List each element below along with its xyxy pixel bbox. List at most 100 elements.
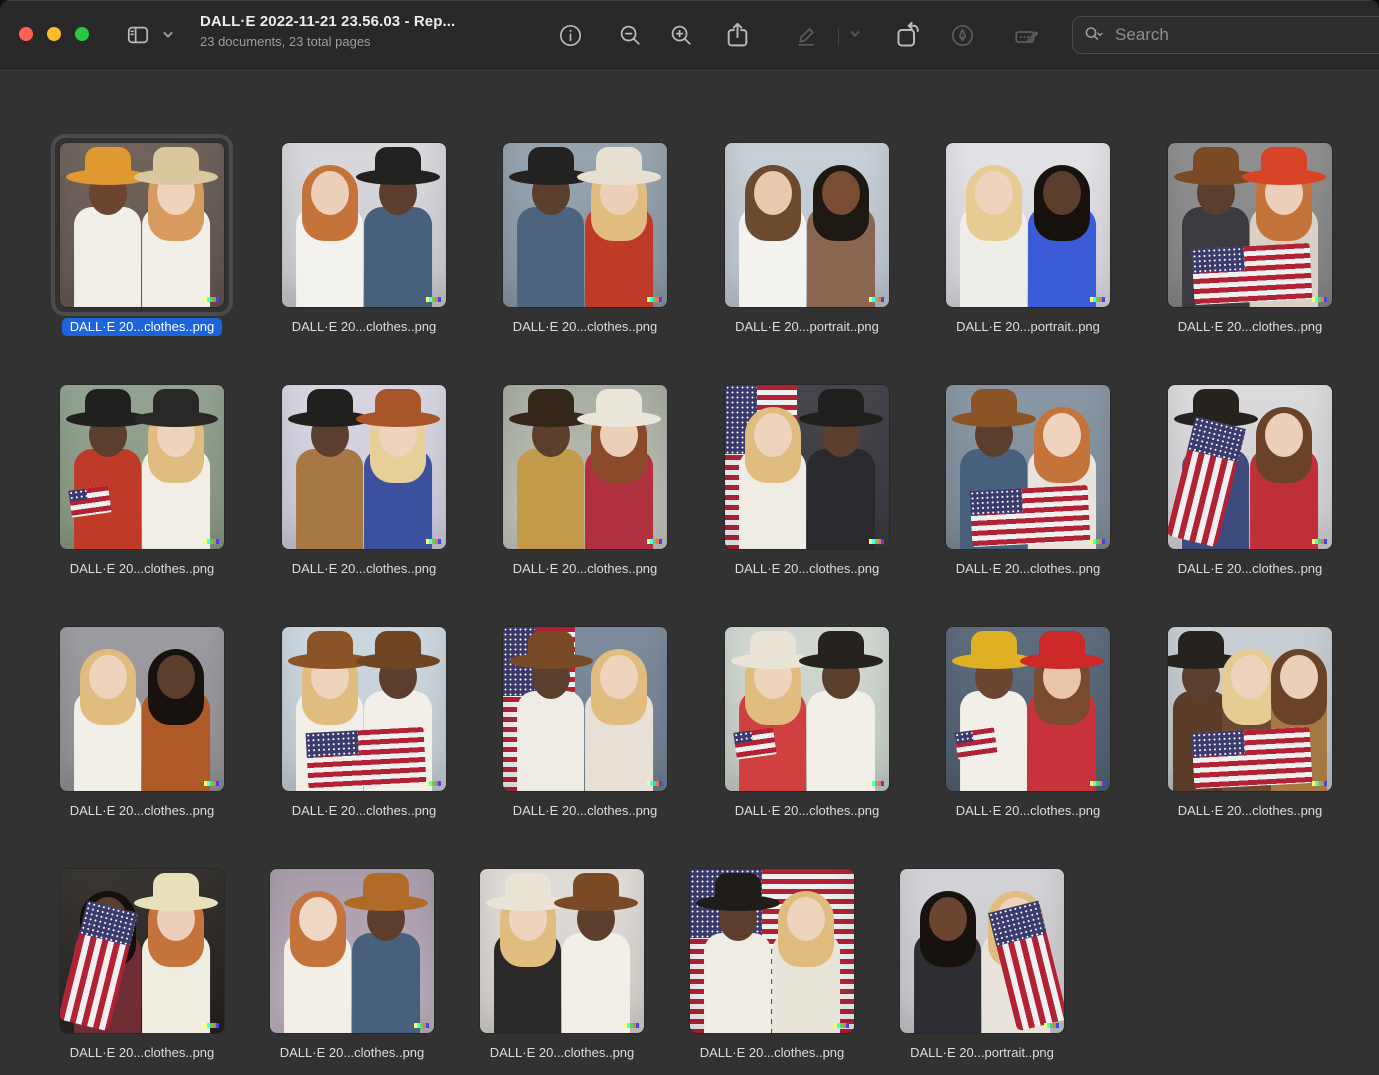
document-grid: DALL·E 20...clothes..pngDALL·E 20...clot… bbox=[0, 69, 1379, 1075]
document-item[interactable]: DALL·E 20...portrait..png bbox=[725, 143, 889, 336]
document-thumbnail bbox=[503, 385, 667, 549]
dalle-watermark bbox=[426, 781, 441, 786]
markup-button[interactable] bbox=[793, 22, 820, 49]
document-label: DALL·E 20...clothes..png bbox=[725, 559, 889, 578]
search-input[interactable] bbox=[1113, 24, 1317, 46]
person-figure bbox=[804, 385, 879, 549]
search-field[interactable] bbox=[1072, 16, 1379, 54]
document-thumbnail bbox=[60, 869, 224, 1033]
document-thumbnail bbox=[1168, 385, 1332, 549]
dalle-watermark bbox=[204, 781, 219, 786]
person-figure bbox=[513, 385, 588, 549]
zoom-in-icon bbox=[668, 22, 695, 49]
document-item[interactable]: DALL·E 20...clothes..png bbox=[946, 385, 1110, 578]
document-item[interactable]: DALL·E 20...clothes..png bbox=[725, 627, 889, 820]
rotate-left-button[interactable] bbox=[893, 20, 923, 50]
dalle-watermark bbox=[1312, 781, 1327, 786]
document-item[interactable]: DALL·E 20...clothes..png bbox=[503, 385, 667, 578]
document-item[interactable]: DALL·E 20...clothes..png bbox=[690, 869, 854, 1062]
document-item[interactable]: DALL·E 20...portrait..png bbox=[946, 143, 1110, 336]
minimize-button[interactable] bbox=[47, 27, 61, 41]
person-figure bbox=[1025, 143, 1100, 307]
dalle-watermark bbox=[869, 297, 884, 302]
document-thumbnail bbox=[1168, 627, 1332, 791]
document-item[interactable]: DALL·E 20...clothes..png bbox=[60, 385, 224, 578]
person-figure bbox=[769, 869, 844, 1033]
document-item[interactable]: DALL·E 20...clothes..png bbox=[1168, 385, 1332, 578]
document-thumbnail bbox=[270, 869, 434, 1033]
markup-options-button[interactable] bbox=[846, 26, 864, 42]
person-figure bbox=[292, 385, 367, 549]
dalle-watermark bbox=[647, 539, 662, 544]
document-item[interactable]: DALL·E 20...clothes..png bbox=[60, 869, 224, 1062]
document-item[interactable]: DALL·E 20...clothes..png bbox=[60, 143, 224, 336]
person-figure bbox=[582, 627, 657, 791]
document-thumbnail bbox=[282, 143, 446, 307]
document-item[interactable]: DALL·E 20...clothes..png bbox=[503, 627, 667, 820]
dalle-watermark bbox=[414, 1023, 429, 1028]
dalle-watermark bbox=[647, 297, 662, 302]
preview-window: DALL·E 2022-11-21 23.56.03 - Rep... 23 d… bbox=[0, 0, 1379, 1075]
dalle-watermark bbox=[1090, 297, 1105, 302]
document-item[interactable]: DALL·E 20...clothes..png bbox=[282, 627, 446, 820]
document-label: DALL·E 20...clothes..png bbox=[60, 1043, 224, 1062]
zoom-out-button[interactable] bbox=[617, 22, 644, 49]
document-item[interactable]: DALL·E 20...clothes..png bbox=[946, 627, 1110, 820]
document-item[interactable]: DALL·E 20...clothes..png bbox=[503, 143, 667, 336]
person-figure bbox=[956, 627, 1031, 791]
document-item[interactable]: DALL·E 20...clothes..png bbox=[282, 385, 446, 578]
person-figure bbox=[292, 143, 367, 307]
document-label: DALL·E 20...clothes..png bbox=[270, 1043, 434, 1062]
person-figure bbox=[139, 385, 214, 549]
document-thumbnail bbox=[1168, 143, 1332, 307]
person-figure bbox=[349, 869, 424, 1033]
sidebar-toggle-button[interactable] bbox=[124, 22, 152, 48]
document-item[interactable]: DALL·E 20...clothes..png bbox=[1168, 627, 1332, 820]
dalle-watermark bbox=[426, 539, 441, 544]
document-label: DALL·E 20...portrait..png bbox=[900, 1043, 1064, 1062]
form-fill-button[interactable] bbox=[1012, 22, 1042, 50]
person-figure bbox=[139, 869, 214, 1033]
info-button[interactable] bbox=[557, 22, 584, 49]
document-item[interactable]: DALL·E 20...portrait..png bbox=[900, 869, 1064, 1062]
document-thumbnail bbox=[900, 869, 1064, 1033]
document-item[interactable]: DALL·E 20...clothes..png bbox=[282, 143, 446, 336]
document-item[interactable]: DALL·E 20...clothes..png bbox=[1168, 143, 1332, 336]
title-block: DALL·E 2022-11-21 23.56.03 - Rep... 23 d… bbox=[200, 13, 455, 49]
dalle-watermark bbox=[1090, 539, 1105, 544]
dalle-watermark bbox=[204, 1023, 219, 1028]
zoom-out-icon bbox=[617, 22, 644, 49]
document-label: DALL·E 20...clothes..png bbox=[1168, 801, 1332, 820]
person-figure bbox=[582, 385, 657, 549]
person-figure bbox=[513, 143, 588, 307]
document-item[interactable]: DALL·E 20...clothes..png bbox=[480, 869, 644, 1062]
document-thumbnail bbox=[282, 385, 446, 549]
annotate-pen-icon bbox=[949, 22, 976, 49]
document-label: DALL·E 20...clothes..png bbox=[1168, 317, 1332, 336]
document-thumbnail bbox=[503, 143, 667, 307]
sidebar-options-button[interactable] bbox=[160, 28, 176, 42]
document-thumbnail bbox=[725, 627, 889, 791]
document-item[interactable]: DALL·E 20...clothes..png bbox=[60, 627, 224, 820]
close-button[interactable] bbox=[19, 27, 33, 41]
document-label: DALL·E 20...clothes..png bbox=[282, 317, 446, 336]
zoom-button[interactable] bbox=[75, 27, 89, 41]
person-figure bbox=[1025, 627, 1100, 791]
document-thumbnail bbox=[946, 143, 1110, 307]
share-icon bbox=[723, 19, 752, 50]
person-figure bbox=[139, 627, 214, 791]
person-figure bbox=[361, 143, 436, 307]
person-figure bbox=[70, 143, 145, 307]
document-item[interactable]: DALL·E 20...clothes..png bbox=[270, 869, 434, 1062]
share-button[interactable] bbox=[723, 19, 752, 50]
document-label: DALL·E 20...clothes..png bbox=[60, 559, 224, 578]
zoom-in-button[interactable] bbox=[668, 22, 695, 49]
annotate-button[interactable] bbox=[949, 22, 976, 49]
sidebar-icon bbox=[124, 22, 152, 48]
document-label: DALL·E 20...clothes..png bbox=[946, 801, 1110, 820]
document-item[interactable]: DALL·E 20...clothes..png bbox=[725, 385, 889, 578]
document-thumbnail bbox=[60, 143, 224, 307]
dalle-watermark bbox=[1312, 539, 1327, 544]
person-figure bbox=[280, 869, 355, 1033]
dalle-watermark bbox=[204, 539, 219, 544]
